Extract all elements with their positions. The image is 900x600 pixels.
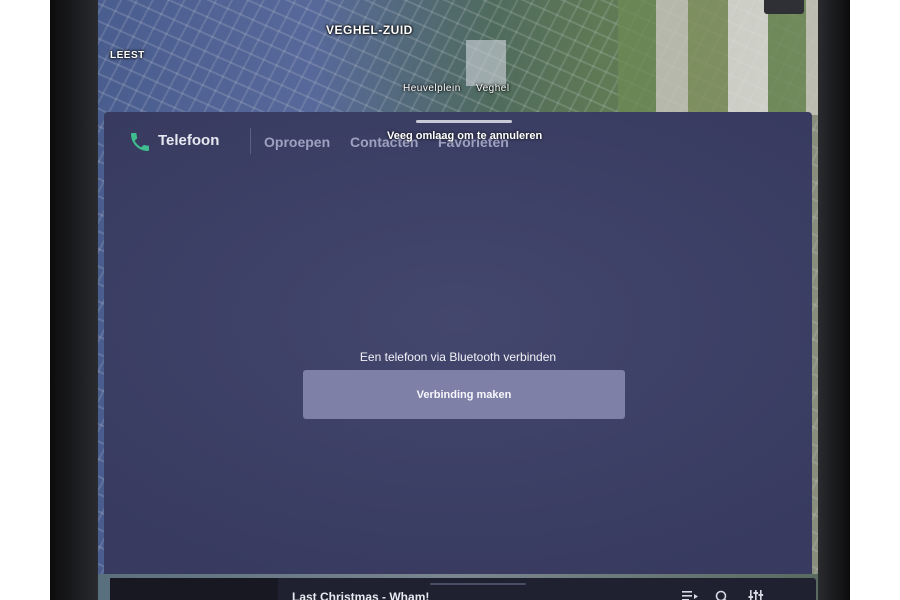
phone-app-panel: Telefoon Oproepen Contacten Favorieten V… xyxy=(104,112,812,574)
phone-app-header: Telefoon Oproepen Contacten Favorieten V… xyxy=(104,112,812,164)
app-title: Telefoon xyxy=(158,132,220,149)
device-frame-right xyxy=(818,0,850,600)
media-artwork-area xyxy=(110,578,278,600)
bluetooth-connect-message: Een telefoon via Bluetooth verbinden xyxy=(359,350,557,364)
now-playing-title: Last Christmas - Wham! xyxy=(292,590,430,600)
equalizer-icon[interactable] xyxy=(748,590,764,600)
tab-calls[interactable]: Oproepen xyxy=(264,134,330,150)
device-frame-left xyxy=(50,0,98,600)
playlist-icon[interactable] xyxy=(682,590,698,600)
infotainment-screen: LEEST VEGHEL-ZUID Heuvelplein Veghel Tel… xyxy=(98,0,818,600)
search-icon[interactable] xyxy=(714,590,730,600)
map-label-veghel-zuid: VEGHEL-ZUID xyxy=(326,23,413,37)
map-label-leest: LEEST xyxy=(110,50,145,61)
map-label-veghel: Veghel xyxy=(476,83,510,94)
swipe-hint: Veeg omlaag om te annuleren xyxy=(387,130,543,142)
map-control-button[interactable] xyxy=(764,0,804,14)
map-label-heuvelplein: Heuvelplein xyxy=(403,83,461,94)
header-divider xyxy=(250,128,251,154)
media-drag-handle[interactable] xyxy=(430,583,526,585)
connect-button[interactable]: Verbinding maken xyxy=(303,370,625,419)
media-player-bar[interactable]: Last Christmas - Wham! xyxy=(110,578,816,600)
phone-icon xyxy=(131,133,149,151)
map-farmland xyxy=(618,0,818,115)
map-building xyxy=(466,40,506,86)
